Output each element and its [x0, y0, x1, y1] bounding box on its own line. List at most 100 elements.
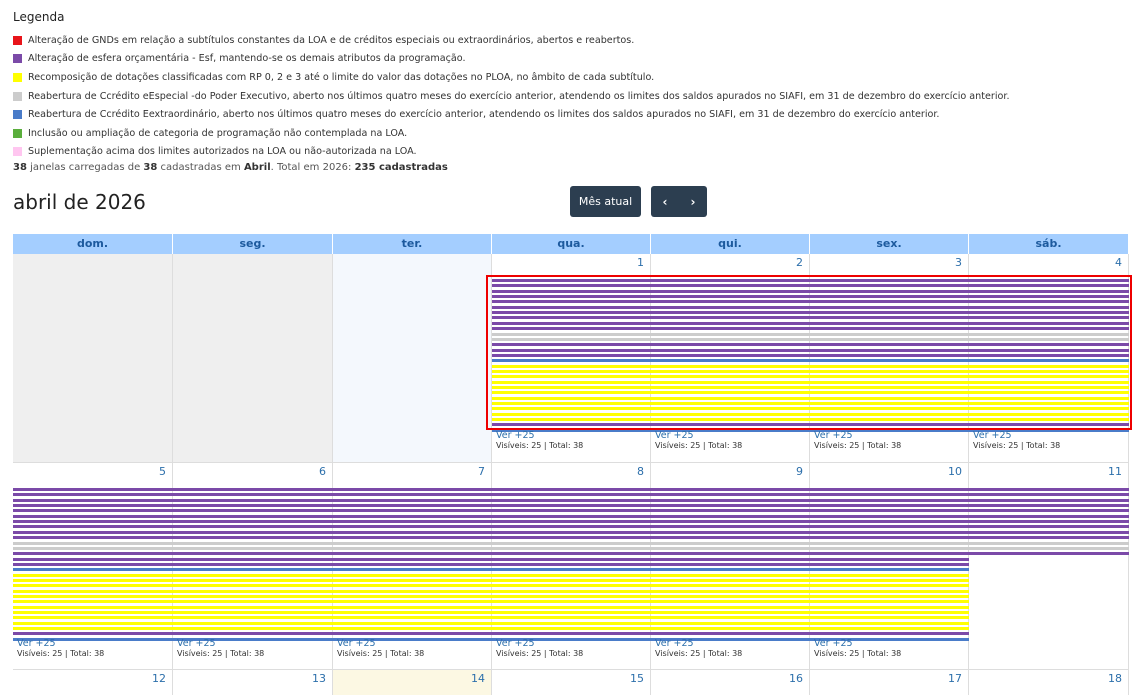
day-number[interactable]: 10 — [948, 465, 962, 478]
day-number[interactable]: 2 — [796, 256, 803, 269]
event-bar[interactable] — [13, 573, 969, 577]
event-bar[interactable] — [969, 488, 1129, 491]
day-number[interactable]: 6 — [319, 465, 326, 478]
event-bar[interactable] — [13, 616, 969, 620]
event-bar[interactable] — [969, 504, 1129, 508]
see-more-link[interactable]: Ver +25 — [496, 639, 535, 649]
day-number[interactable]: 11 — [1108, 465, 1122, 478]
event-bar[interactable] — [13, 600, 969, 604]
event-bar[interactable] — [969, 552, 1129, 556]
day-number[interactable]: 3 — [955, 256, 962, 269]
event-bar[interactable] — [492, 369, 1129, 373]
event-bar[interactable] — [492, 289, 1129, 293]
event-bar[interactable] — [492, 348, 1129, 352]
event-bar[interactable] — [13, 509, 969, 513]
event-bar[interactable] — [13, 546, 969, 550]
event-bar[interactable] — [492, 279, 1129, 282]
day-number[interactable]: 4 — [1115, 256, 1122, 269]
event-bar[interactable] — [13, 627, 969, 631]
day-cell[interactable]: 15 — [492, 670, 651, 695]
event-bar[interactable] — [969, 493, 1129, 497]
event-bar[interactable] — [13, 536, 969, 540]
event-bar[interactable] — [13, 568, 969, 572]
event-bar[interactable] — [492, 284, 1129, 288]
event-bar[interactable] — [969, 530, 1129, 534]
day-number[interactable]: 8 — [637, 465, 644, 478]
event-bar[interactable] — [492, 391, 1129, 395]
event-bar[interactable] — [492, 332, 1129, 336]
event-bar[interactable] — [492, 396, 1129, 400]
event-bar[interactable] — [492, 327, 1129, 331]
event-bar[interactable] — [969, 541, 1129, 545]
event-bar[interactable] — [969, 514, 1129, 518]
see-more-link[interactable]: Ver +25 — [655, 431, 694, 441]
event-bar[interactable] — [13, 498, 969, 502]
event-bar[interactable] — [492, 380, 1129, 384]
event-bar[interactable] — [969, 520, 1129, 524]
day-cell[interactable]: 18 — [969, 670, 1129, 695]
day-number[interactable]: 16 — [789, 672, 803, 685]
event-bar[interactable] — [13, 605, 969, 609]
event-bar[interactable] — [492, 316, 1129, 320]
day-number[interactable]: 14 — [471, 672, 485, 685]
day-number[interactable]: 18 — [1108, 672, 1122, 685]
day-number[interactable]: 15 — [630, 672, 644, 685]
event-bar[interactable] — [13, 541, 969, 545]
event-bar[interactable] — [492, 428, 1129, 432]
event-bar[interactable] — [492, 359, 1129, 363]
see-more-link[interactable]: Ver +25 — [17, 639, 56, 649]
day-cell[interactable]: 14 — [333, 670, 492, 695]
event-bar[interactable] — [13, 578, 969, 582]
event-bar[interactable] — [13, 589, 969, 593]
day-number[interactable]: 1 — [637, 256, 644, 269]
event-bar[interactable] — [13, 525, 969, 529]
see-more-link[interactable]: Ver +25 — [337, 639, 376, 649]
event-bar[interactable] — [13, 520, 969, 524]
event-bar[interactable] — [13, 562, 969, 566]
day-number[interactable]: 13 — [312, 672, 326, 685]
event-bar[interactable] — [13, 488, 969, 491]
event-bar[interactable] — [492, 305, 1129, 309]
see-more-link[interactable]: Ver +25 — [655, 639, 694, 649]
event-bar[interactable] — [492, 418, 1129, 422]
event-bar[interactable] — [13, 552, 969, 556]
event-bar[interactable] — [492, 353, 1129, 357]
event-bar[interactable] — [492, 300, 1129, 304]
day-cell[interactable]: 16 — [651, 670, 810, 695]
day-cell[interactable]: 17 — [810, 670, 969, 695]
event-bar[interactable] — [13, 611, 969, 615]
event-bar[interactable] — [13, 584, 969, 588]
event-bar[interactable] — [492, 321, 1129, 325]
event-bar[interactable] — [13, 621, 969, 625]
event-bar[interactable] — [492, 412, 1129, 416]
see-more-link[interactable]: Ver +25 — [973, 431, 1012, 441]
day-cell[interactable] — [333, 254, 492, 463]
day-cell[interactable] — [173, 254, 333, 463]
event-bar[interactable] — [492, 402, 1129, 406]
day-cell[interactable] — [13, 254, 173, 463]
event-bar[interactable] — [13, 632, 969, 636]
event-bar[interactable] — [492, 407, 1129, 411]
event-bar[interactable] — [492, 343, 1129, 347]
event-bar[interactable] — [13, 514, 969, 518]
event-bar[interactable] — [492, 375, 1129, 379]
event-bar[interactable] — [969, 536, 1129, 540]
see-more-link[interactable]: Ver +25 — [814, 639, 853, 649]
day-cell[interactable]: 12 — [13, 670, 173, 695]
event-bar[interactable] — [13, 504, 969, 508]
event-bar[interactable] — [969, 525, 1129, 529]
event-bar[interactable] — [13, 530, 969, 534]
event-bar[interactable] — [492, 295, 1129, 299]
see-more-link[interactable]: Ver +25 — [814, 431, 853, 441]
event-bar[interactable] — [13, 493, 969, 497]
event-bar[interactable] — [492, 337, 1129, 341]
event-bar[interactable] — [969, 546, 1129, 550]
event-bar[interactable] — [13, 557, 969, 561]
event-bar[interactable] — [492, 311, 1129, 315]
event-bar[interactable] — [969, 498, 1129, 502]
event-bar[interactable] — [492, 386, 1129, 389]
day-number[interactable]: 17 — [948, 672, 962, 685]
event-bar[interactable] — [13, 595, 969, 598]
day-number[interactable]: 9 — [796, 465, 803, 478]
event-bar[interactable] — [492, 423, 1129, 427]
